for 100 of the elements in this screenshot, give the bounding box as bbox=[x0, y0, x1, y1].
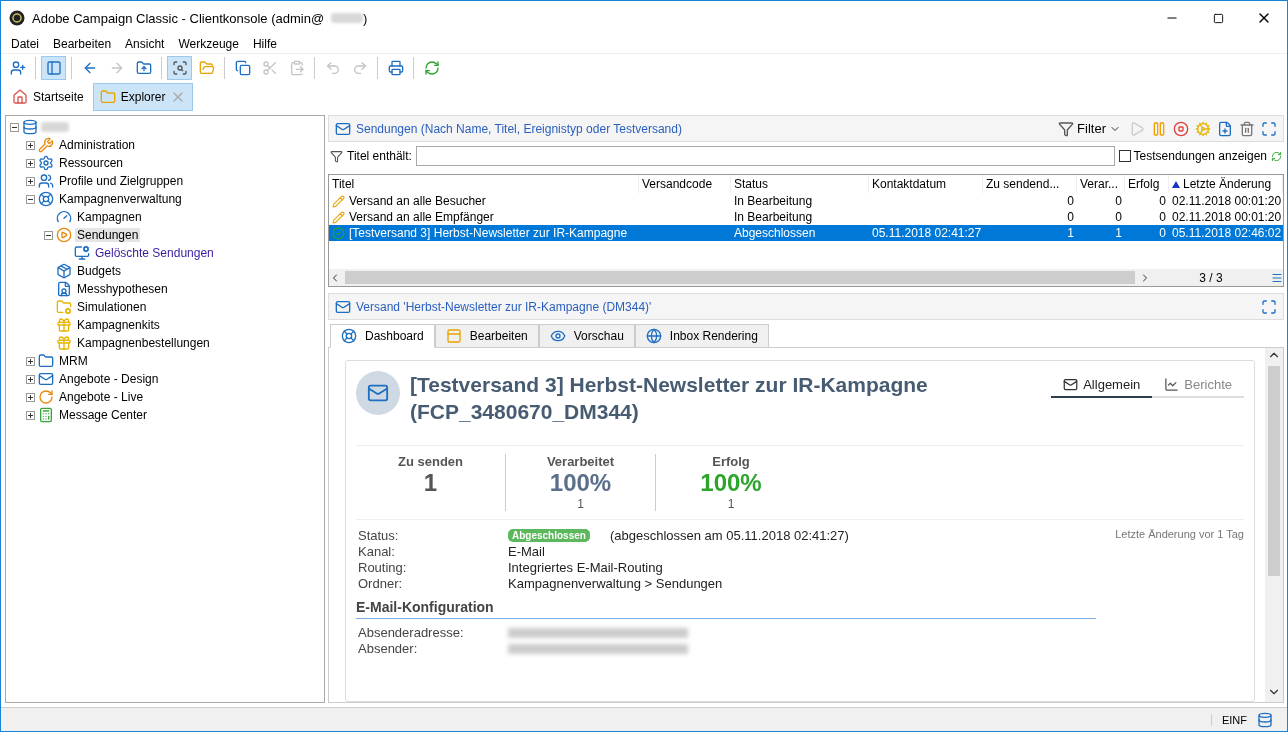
table-cell-text: 1 bbox=[1066, 225, 1075, 241]
tree-item[interactable]: Sendungen bbox=[75, 228, 141, 242]
envelope-icon bbox=[1063, 377, 1079, 392]
tab[interactable]: Vorschau bbox=[538, 324, 635, 348]
collapse-icon[interactable] bbox=[10, 122, 19, 132]
table-cell-text: 0 bbox=[1066, 209, 1075, 225]
scrollbar-thumb[interactable] bbox=[345, 271, 1135, 284]
menu-item[interactable]: Bearbeiten bbox=[53, 37, 112, 51]
tree-item[interactable]: Message Center bbox=[57, 408, 150, 422]
recycle-icon bbox=[38, 389, 54, 405]
envelope-avatar bbox=[356, 371, 400, 415]
tree-item[interactable]: Angebote - Design bbox=[57, 372, 161, 386]
tree-item[interactable]: Messhypothesen bbox=[75, 282, 170, 296]
menu-icon bbox=[1271, 271, 1283, 284]
expand-icon[interactable] bbox=[26, 392, 35, 402]
table-cell-text: 0 bbox=[1158, 209, 1167, 225]
stat-value: 1 bbox=[423, 469, 438, 497]
field-label: Routing: bbox=[358, 560, 408, 575]
filter-icon bbox=[330, 149, 343, 163]
tree-item[interactable]: Gelöschte Sendungen bbox=[93, 246, 216, 260]
tree-item[interactable]: Administration bbox=[57, 138, 138, 152]
document-person-icon bbox=[56, 281, 72, 297]
refresh-icon bbox=[423, 59, 440, 76]
envelope-icon bbox=[38, 371, 54, 387]
column-header[interactable]: Letzte Änderung bbox=[1169, 175, 1283, 193]
collapse-icon[interactable] bbox=[44, 230, 53, 240]
column-header[interactable]: Titel bbox=[329, 175, 639, 193]
section-title: E-Mail-Konfiguration bbox=[356, 599, 1096, 619]
scrollbar-thumb[interactable] bbox=[1268, 366, 1280, 576]
toolbar-button[interactable] bbox=[167, 55, 192, 80]
menu-item[interactable]: Hilfe bbox=[252, 37, 277, 51]
table-row[interactable]: [Testversand 3] Herbst-Newsletter zur IR-Kampagne Abgeschlossen 05.11.2018 02:41:27 1 1 0 05.11.2018 02:46:02 bbox=[329, 225, 1283, 241]
gift-icon bbox=[56, 335, 72, 351]
table-row[interactable]: Versand an alle Empfänger In Bearbeitung 0 0 0 02.11.2018 00:01:20 bbox=[329, 209, 1283, 225]
ring-icon bbox=[341, 328, 357, 344]
expand-icon[interactable] bbox=[26, 356, 35, 366]
table-row[interactable]: Versand an alle Besucher In Bearbeitung 0 0 0 02.11.2018 00:01:20 bbox=[329, 193, 1283, 209]
tab[interactable]: Bearbeiten bbox=[434, 324, 539, 348]
table-cell-text: 0 bbox=[1114, 209, 1123, 225]
pause-icon bbox=[1151, 120, 1167, 137]
toolbar-button[interactable] bbox=[41, 55, 66, 80]
tab[interactable]: Dashboard bbox=[330, 324, 435, 348]
table-cell-text: 0 bbox=[1114, 193, 1123, 209]
expand-icon[interactable] bbox=[26, 176, 35, 186]
tree-item[interactable]: Simulationen bbox=[75, 300, 149, 314]
view-tab[interactable]: Berichte bbox=[1152, 373, 1244, 398]
column-header[interactable]: Verar... bbox=[1077, 175, 1125, 193]
tree-item[interactable]: Angebote - Live bbox=[57, 390, 146, 404]
menu-item[interactable]: Ansicht bbox=[125, 37, 165, 51]
database-icon bbox=[1257, 711, 1273, 728]
filter-icon bbox=[1058, 120, 1075, 137]
tab[interactable]: Inbox Rendering bbox=[634, 324, 769, 348]
column-header[interactable]: Kontaktdatum bbox=[869, 175, 983, 193]
tree-item[interactable]: MRM bbox=[57, 354, 90, 368]
row-count: 3 / 3 bbox=[1198, 270, 1224, 285]
envelope-icon bbox=[335, 298, 351, 315]
folder-icon bbox=[38, 353, 54, 369]
copy-icon bbox=[234, 59, 251, 76]
tree-item[interactable]: Kampagnenkits bbox=[75, 318, 162, 332]
expand-icon[interactable] bbox=[26, 158, 35, 168]
trash-icon bbox=[1239, 120, 1255, 137]
field-label: Status: bbox=[358, 528, 400, 543]
tree-item[interactable]: Budgets bbox=[75, 264, 124, 278]
folder-gear-icon bbox=[56, 299, 72, 315]
stop-icon bbox=[1173, 120, 1189, 137]
stat-count: 1 bbox=[727, 497, 735, 511]
table-cell-text: 0 bbox=[1066, 193, 1075, 209]
box-icon bbox=[56, 263, 72, 279]
menu-item[interactable]: Datei bbox=[11, 37, 39, 51]
folder-up-icon bbox=[135, 59, 152, 76]
expand-icon[interactable] bbox=[26, 410, 35, 420]
table-cell-text: In Bearbeitung bbox=[733, 193, 814, 209]
search-icon bbox=[171, 59, 188, 76]
page-tab[interactable]: Startseite bbox=[5, 83, 91, 111]
tree-item[interactable]: Ressourcen bbox=[57, 156, 126, 170]
column-header[interactable]: Zu sendend... bbox=[983, 175, 1077, 193]
tree-item[interactable]: Profile und Zielgruppen bbox=[57, 174, 186, 188]
modified-note: Letzte Änderung vor 1 Tag bbox=[1115, 528, 1244, 542]
status-badge: Abgeschlossen bbox=[508, 529, 590, 542]
expand-icon[interactable] bbox=[26, 140, 35, 150]
gauge-icon bbox=[56, 209, 72, 225]
test-checkbox[interactable]: Testsendungen anzeigen bbox=[1118, 149, 1267, 163]
table-cell: Versand an alle Empfänger bbox=[329, 209, 639, 225]
collapse-icon[interactable] bbox=[26, 194, 35, 204]
sort-arrow-icon bbox=[1172, 180, 1180, 188]
column-header[interactable]: Erfolg bbox=[1125, 175, 1169, 193]
page-tab[interactable]: Explorer bbox=[92, 83, 194, 111]
tree-item[interactable]: Kampagnenverwaltung bbox=[57, 192, 184, 206]
calculator-icon bbox=[38, 407, 54, 423]
column-header[interactable]: Versandcode bbox=[639, 175, 731, 193]
column-header[interactable]: Status bbox=[731, 175, 869, 193]
menu-item[interactable]: Werkzeuge bbox=[178, 37, 239, 51]
expand-icon[interactable] bbox=[26, 374, 35, 384]
view-tab[interactable]: Allgemein bbox=[1051, 373, 1153, 398]
tree-item[interactable]: Kampagnen bbox=[75, 210, 144, 224]
tree-item[interactable]: Kampagnenbestellungen bbox=[75, 336, 212, 350]
people-icon bbox=[38, 173, 54, 189]
table-cell-text: 1 bbox=[1114, 225, 1123, 241]
filter-button[interactable]: Filter bbox=[1056, 120, 1123, 137]
title-filter-field[interactable] bbox=[415, 146, 1115, 166]
